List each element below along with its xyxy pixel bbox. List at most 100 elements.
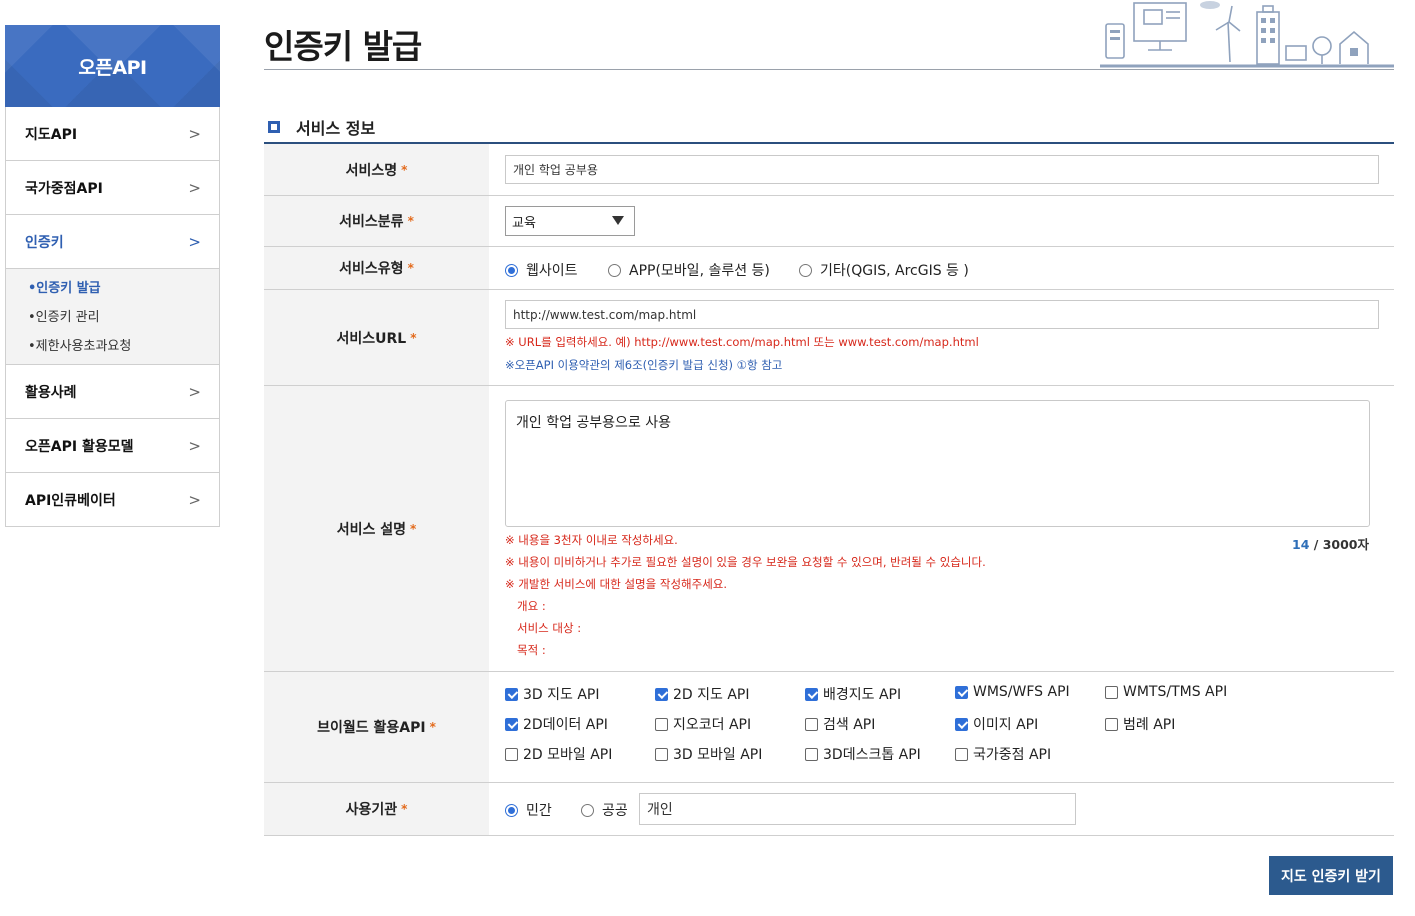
char-counter: 14 / 3000자 <box>1292 537 1369 552</box>
chevron-right-icon: > <box>188 490 201 509</box>
radio-etc[interactable]: 기타(QGIS, ArcGIS 등 ) <box>799 260 969 280</box>
field-label: 브이월드 활용API * <box>264 672 489 782</box>
org-name-input[interactable]: 개인 <box>639 793 1076 825</box>
api-checkbox-label: 이미지 API <box>973 717 1039 733</box>
required-star-icon: * <box>401 802 408 816</box>
square-bullet-icon <box>268 121 280 133</box>
city-illustration <box>1100 1 1394 68</box>
required-star-icon: * <box>407 261 414 275</box>
checkbox-checked-icon <box>955 685 968 699</box>
chevron-right-icon: > <box>188 232 201 251</box>
api-checkbox[interactable]: 2D 지도 API <box>655 684 750 704</box>
sidebar-subitem-manage[interactable]: •인증키 관리 <box>6 301 219 330</box>
api-checkbox-label: 2D 모바일 API <box>523 747 613 763</box>
sidebar: 오픈API 지도API > 국가중점API > 인증키 > •인증키 발급 •인… <box>5 25 220 527</box>
api-checkbox-label: 2D 지도 API <box>673 687 750 703</box>
row-service-desc: 서비스 설명 * 개인 학업 공부용으로 사용 14 / 3000자 ※ 내용을 … <box>264 386 1394 672</box>
service-name-input[interactable]: 개인 학업 공부용 <box>505 155 1379 184</box>
sidebar-item-map-api[interactable]: 지도API > <box>6 107 219 161</box>
chevron-right-icon: > <box>188 382 201 401</box>
desc-note: ※ 내용이 미비하거나 추가로 필요한 설명이 있을 경우 보완을 요청할 수 … <box>505 555 986 569</box>
row-service-url: 서비스URL * http://www.test.com/map.html ※ U… <box>264 290 1394 386</box>
field-label: 서비스 설명 * <box>264 386 489 671</box>
api-checkbox[interactable]: 3D 모바일 API <box>655 744 762 764</box>
checkbox-empty-icon <box>1105 685 1118 699</box>
required-star-icon: * <box>429 720 436 734</box>
dropdown-triangle-icon <box>612 216 624 225</box>
checkbox-empty-icon <box>805 717 818 731</box>
checkbox-empty-icon <box>655 717 668 731</box>
field-label: 사용기관 * <box>264 783 489 835</box>
api-checkbox-label: 3D 지도 API <box>523 687 600 703</box>
sidebar-item-api-models[interactable]: 오픈API 활용모델 > <box>6 419 219 473</box>
service-desc-textarea[interactable]: 개인 학업 공부용으로 사용 <box>505 400 1370 527</box>
api-checkbox[interactable]: WMTS/TMS API <box>1105 684 1227 700</box>
desc-note: 개요 : <box>517 599 546 613</box>
sidebar-item-api-incubator[interactable]: API인큐베이터 > <box>6 473 219 527</box>
sidebar-item-label: 국가중점API <box>25 180 103 197</box>
required-star-icon: * <box>407 214 414 228</box>
field-label: 서비스명 * <box>264 144 489 195</box>
api-checkbox[interactable]: 3D데스크톱 API <box>805 744 921 764</box>
api-checkbox-label: 3D 모바일 API <box>673 747 763 763</box>
row-service-category: 서비스분류 * 교육 <box>264 196 1394 247</box>
api-checkbox[interactable]: 3D 지도 API <box>505 684 600 704</box>
sidebar-item-use-cases[interactable]: 활용사례 > <box>6 365 219 419</box>
sidebar-subitem-limit-request[interactable]: •제한사용초과요청 <box>6 330 219 359</box>
get-auth-key-button[interactable]: 지도 인증키 받기 <box>1269 856 1393 895</box>
api-checkbox[interactable]: 범례 API <box>1105 714 1175 734</box>
sidebar-submenu: •인증키 발급 •인증키 관리 •제한사용초과요청 <box>6 269 219 365</box>
row-service-name: 서비스명 * 개인 학업 공부용 <box>264 144 1394 196</box>
checkbox-empty-icon <box>655 747 668 761</box>
sidebar-item-label: 인증키 <box>25 234 64 251</box>
api-checkbox-label: WMS/WFS API <box>973 684 1070 700</box>
service-url-input[interactable]: http://www.test.com/map.html <box>505 300 1379 329</box>
radio-private[interactable]: 민간 <box>505 800 552 820</box>
terms-reference-link[interactable]: ※오픈API 이용약관의 제6조(인증키 발급 신청) ①항 참고 <box>505 357 782 373</box>
checkbox-checked-icon <box>955 717 968 731</box>
radio-selected-icon <box>505 263 518 277</box>
checkbox-checked-icon <box>655 687 668 701</box>
radio-empty-icon <box>799 263 812 277</box>
api-checkbox[interactable]: 배경지도 API <box>805 684 901 704</box>
checkbox-checked-icon <box>505 687 518 701</box>
radio-empty-icon <box>608 263 621 277</box>
radio-app[interactable]: APP(모바일, 솔루션 등) <box>608 260 770 280</box>
row-apis: 브이월드 활용API * 3D 지도 API 2D 지도 API 배경지도 API WM… <box>264 672 1394 783</box>
radio-website[interactable]: 웹사이트 <box>505 260 578 280</box>
api-checkbox-label: 2D데이터 API <box>523 717 608 733</box>
checkbox-empty-icon <box>505 747 518 761</box>
sidebar-item-auth-key[interactable]: 인증키 > <box>6 215 219 269</box>
api-checkbox[interactable]: 2D데이터 API <box>505 714 608 734</box>
desc-note: ※ 내용을 3천자 이내로 작성하세요. <box>505 533 678 547</box>
required-star-icon: * <box>401 162 408 177</box>
required-star-icon: * <box>410 330 417 345</box>
radio-empty-icon <box>581 803 594 817</box>
sidebar-item-national-api[interactable]: 국가중점API > <box>6 161 219 215</box>
api-checkbox[interactable]: WMS/WFS API <box>955 684 1070 700</box>
section-title: 서비스 정보 <box>268 115 375 139</box>
sidebar-item-label: 활용사례 <box>25 384 77 401</box>
radio-selected-icon <box>505 803 518 817</box>
api-checkbox[interactable]: 국가중점 API <box>955 744 1051 764</box>
field-label: 서비스URL * <box>264 290 489 385</box>
page-title: 인증키 발급 <box>264 27 422 66</box>
service-category-select[interactable]: 교육 <box>505 206 635 236</box>
api-checkbox-label: 범례 API <box>1123 717 1176 733</box>
api-checkbox[interactable]: 검색 API <box>805 714 875 734</box>
row-service-type: 서비스유형 * 웹사이트 APP(모바일, 솔루션 등) 기타(QGIS, Arc… <box>264 247 1394 290</box>
sidebar-item-label: 오픈API 활용모델 <box>25 438 134 455</box>
api-checkbox[interactable]: 이미지 API <box>955 714 1038 734</box>
field-label: 서비스유형 * <box>264 247 489 289</box>
api-checkbox[interactable]: 2D 모바일 API <box>505 744 612 764</box>
api-checkbox[interactable]: 지오코더 API <box>655 714 751 734</box>
sidebar-subitem-issue[interactable]: •인증키 발급 <box>6 272 219 301</box>
api-checkbox-label: 지오코더 API <box>673 717 752 733</box>
radio-public[interactable]: 공공 <box>581 800 628 820</box>
checkbox-empty-icon <box>955 747 968 761</box>
chevron-right-icon: > <box>188 436 201 455</box>
sidebar-item-label: API인큐베이터 <box>25 492 116 509</box>
sidebar-item-label: 지도API <box>25 126 78 143</box>
sidebar-header: 오픈API <box>5 25 220 107</box>
api-checkbox-label: WMTS/TMS API <box>1123 684 1228 700</box>
